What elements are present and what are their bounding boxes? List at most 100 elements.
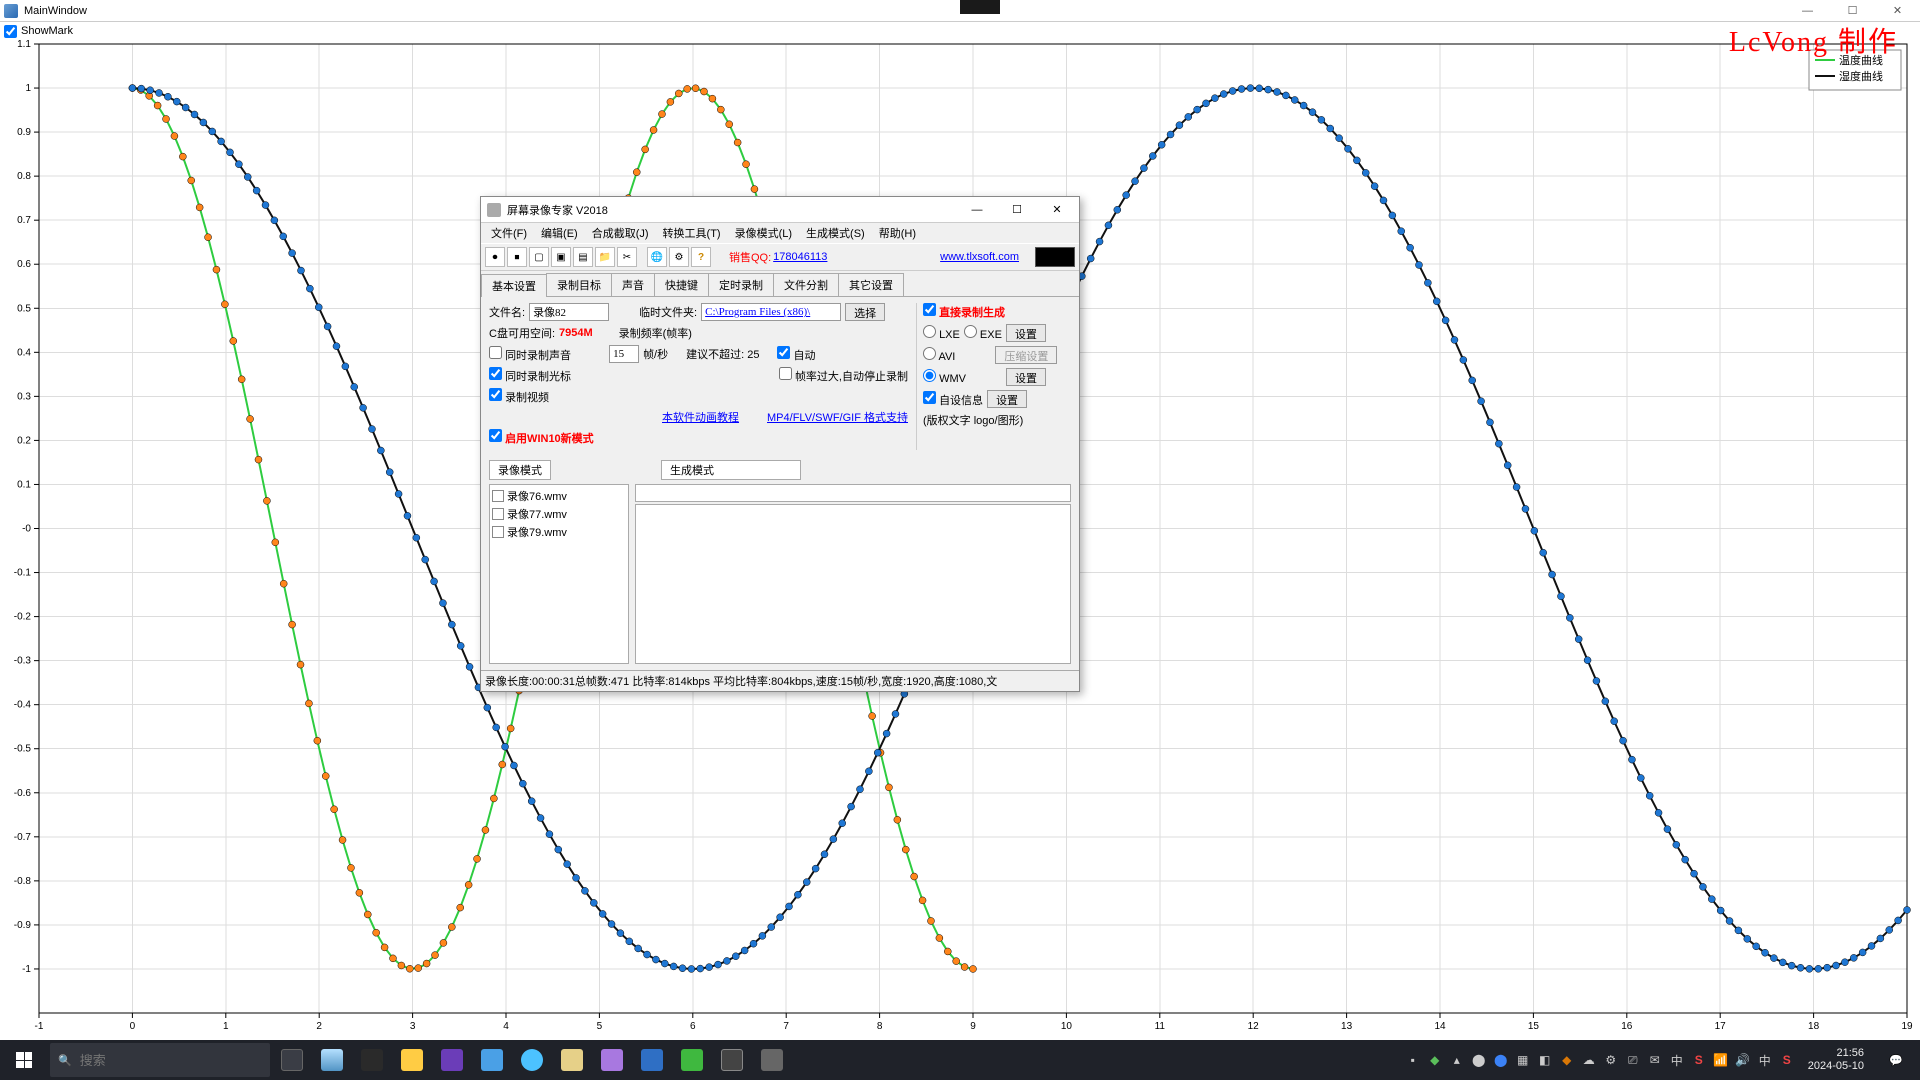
- dialog-close-button[interactable]: ✕: [1037, 199, 1077, 221]
- close-button[interactable]: ✕: [1875, 1, 1920, 21]
- dialog-title: 屏幕录像专家 V2018: [507, 202, 608, 218]
- tool-screen3-icon[interactable]: ▤: [573, 247, 593, 267]
- taskbar-app-3[interactable]: [472, 1040, 512, 1080]
- lxe-radio[interactable]: LXE: [923, 325, 960, 341]
- settings3-button[interactable]: 设置: [987, 390, 1027, 408]
- tray-ime2[interactable]: 中: [1756, 1051, 1774, 1069]
- maximize-button[interactable]: ☐: [1830, 1, 1875, 21]
- file-item[interactable]: 录像79.wmv: [492, 523, 626, 541]
- qq-link[interactable]: 178046113: [773, 251, 827, 263]
- tray-icon-13[interactable]: S: [1690, 1051, 1708, 1069]
- tab-item[interactable]: 文件分割: [773, 273, 839, 296]
- direct-gen-checkbox[interactable]: 直接录制生成: [923, 303, 1005, 320]
- tool-stop-icon[interactable]: ⏹: [507, 247, 527, 267]
- dialog-minimize-button[interactable]: —: [957, 199, 997, 221]
- taskbar-app-4[interactable]: [552, 1040, 592, 1080]
- taskbar-app-5[interactable]: [632, 1040, 672, 1080]
- tab-item[interactable]: 定时录制: [708, 273, 774, 296]
- tool-folder-icon[interactable]: 📁: [595, 247, 615, 267]
- tray-icon-10[interactable]: ⚙: [1602, 1051, 1620, 1069]
- website-link[interactable]: www.tlxsoft.com: [940, 251, 1019, 263]
- tray-icon-5[interactable]: ⬤: [1492, 1051, 1510, 1069]
- tray-icon-1[interactable]: ▪: [1404, 1051, 1422, 1069]
- taskbar-wechat[interactable]: [672, 1040, 712, 1080]
- taskbar-app-6[interactable]: [712, 1040, 752, 1080]
- tray-icon-3[interactable]: ▴: [1448, 1051, 1466, 1069]
- search-box[interactable]: 🔍: [50, 1043, 270, 1077]
- freq-input[interactable]: [609, 345, 639, 363]
- tray-icon-14[interactable]: S: [1778, 1051, 1796, 1069]
- tab-item[interactable]: 声音: [611, 273, 655, 296]
- file-item[interactable]: 录像77.wmv: [492, 505, 626, 523]
- tool-help-icon[interactable]: ?: [691, 247, 711, 267]
- task-view-button[interactable]: [272, 1040, 312, 1080]
- dialog-titlebar[interactable]: 屏幕录像专家 V2018 — ☐ ✕: [481, 197, 1079, 223]
- tool-settings-icon[interactable]: ⚙: [669, 247, 689, 267]
- self-info-checkbox[interactable]: 自设信息: [923, 391, 983, 408]
- file-item[interactable]: 录像76.wmv: [492, 487, 626, 505]
- rec-cursor-row[interactable]: 同时录制光标: [489, 367, 571, 384]
- menu-item[interactable]: 合成截取(J): [586, 223, 655, 243]
- notification-button[interactable]: 💬: [1876, 1040, 1916, 1080]
- settings1-button[interactable]: 设置: [1006, 324, 1046, 342]
- tab-item[interactable]: 录制目标: [546, 273, 612, 296]
- showmark-checkbox[interactable]: [4, 25, 17, 38]
- tray-icon-9[interactable]: ☁: [1580, 1051, 1598, 1069]
- dialog-maximize-button[interactable]: ☐: [997, 199, 1037, 221]
- settings2-button[interactable]: 设置: [1006, 368, 1046, 386]
- menu-item[interactable]: 转换工具(T): [657, 223, 727, 243]
- taskbar-ie[interactable]: [512, 1040, 552, 1080]
- rec-audio-row[interactable]: 同时录制声音: [489, 346, 571, 363]
- tab-item[interactable]: 基本设置: [481, 274, 547, 297]
- tool-globe-icon[interactable]: 🌐: [647, 247, 667, 267]
- menu-item[interactable]: 录像模式(L): [729, 223, 798, 243]
- formats-link[interactable]: MP4/FLV/SWF/GIF 格式支持: [767, 409, 908, 425]
- menu-item[interactable]: 编辑(E): [535, 223, 584, 243]
- tray-ime[interactable]: 中: [1668, 1051, 1686, 1069]
- exe-radio[interactable]: EXE: [964, 325, 1002, 341]
- select-folder-button[interactable]: 选择: [845, 303, 885, 321]
- tray-icon-7[interactable]: ◧: [1536, 1051, 1554, 1069]
- tray-icon-8[interactable]: ◆: [1558, 1051, 1576, 1069]
- avi-radio[interactable]: AVI: [923, 347, 955, 363]
- tray-icon-12[interactable]: ✉: [1646, 1051, 1664, 1069]
- taskbar-app-1[interactable]: [312, 1040, 352, 1080]
- search-input[interactable]: [80, 1053, 262, 1068]
- svg-text:0.9: 0.9: [17, 127, 31, 138]
- tab-item[interactable]: 快捷键: [654, 273, 709, 296]
- menu-item[interactable]: 帮助(H): [873, 223, 922, 243]
- overflow-checkbox[interactable]: 帧率过大,自动停止录制: [779, 367, 908, 384]
- taskbar-vs[interactable]: [432, 1040, 472, 1080]
- tool-record-icon[interactable]: ⏺: [485, 247, 505, 267]
- recorder-dialog: 屏幕录像专家 V2018 — ☐ ✕ 文件(F)编辑(E)合成截取(J)转换工具…: [480, 196, 1080, 692]
- minimize-button[interactable]: —: [1785, 1, 1830, 21]
- menu-item[interactable]: 文件(F): [485, 223, 533, 243]
- taskbar-app-2[interactable]: [352, 1040, 392, 1080]
- auto-checkbox[interactable]: 自动: [777, 346, 815, 363]
- tray-icon-2[interactable]: ◆: [1426, 1051, 1444, 1069]
- start-button[interactable]: [0, 1040, 48, 1080]
- tray-network-icon[interactable]: 📶: [1712, 1051, 1730, 1069]
- svg-text:-0.9: -0.9: [14, 920, 32, 931]
- taskbar-vs2[interactable]: [592, 1040, 632, 1080]
- taskbar-file-explorer[interactable]: [392, 1040, 432, 1080]
- tray-icon-6[interactable]: ▦: [1514, 1051, 1532, 1069]
- tab-body-basic: 文件名: 临时文件夹: 选择 C盘可用空间: 7954M 录制频率(帧率) 同时…: [481, 297, 1079, 456]
- temp-folder-input[interactable]: [701, 303, 841, 321]
- rec-video-row[interactable]: 录制视频: [489, 388, 549, 405]
- tray-icon-11[interactable]: ⎚: [1624, 1051, 1642, 1069]
- wmv-radio[interactable]: WMV: [923, 369, 966, 385]
- tool-screen2-icon[interactable]: ▣: [551, 247, 571, 267]
- tray-volume-icon[interactable]: 🔊: [1734, 1051, 1752, 1069]
- file-list[interactable]: 录像76.wmv录像77.wmv录像79.wmv: [489, 484, 629, 664]
- file-name-input[interactable]: [529, 303, 609, 321]
- tutorial-link[interactable]: 本软件动画教程: [662, 409, 739, 425]
- taskbar-app-7[interactable]: [752, 1040, 792, 1080]
- menu-item[interactable]: 生成模式(S): [800, 223, 871, 243]
- tab-item[interactable]: 其它设置: [838, 273, 904, 296]
- win10-checkbox[interactable]: 启用WIN10新模式: [489, 429, 594, 446]
- taskbar-clock[interactable]: 21:56 2024-05-10: [1800, 1047, 1872, 1073]
- tray-icon-4[interactable]: ⬤: [1470, 1051, 1488, 1069]
- tool-screen1-icon[interactable]: ▢: [529, 247, 549, 267]
- tool-cut-icon[interactable]: ✂: [617, 247, 637, 267]
